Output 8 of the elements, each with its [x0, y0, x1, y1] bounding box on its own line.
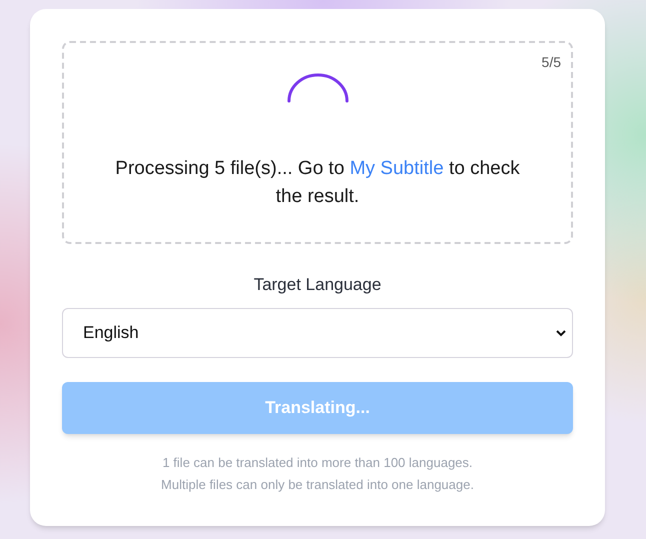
language-select[interactable]: English [62, 308, 573, 358]
subtitle-link[interactable]: My Subtitle [350, 158, 444, 179]
chevron-down-icon [556, 328, 566, 336]
help-note: 1 file can be translated into more than 100 languages. [162, 454, 473, 472]
target-language-label: Target Language [252, 274, 382, 296]
status-message: Processing 5 file(s)... Go to My Subtitle to check the result. [114, 157, 521, 209]
file-counter: 5/5 [542, 53, 561, 72]
help-note: Multiple files can only be translated into one language. [161, 476, 474, 494]
